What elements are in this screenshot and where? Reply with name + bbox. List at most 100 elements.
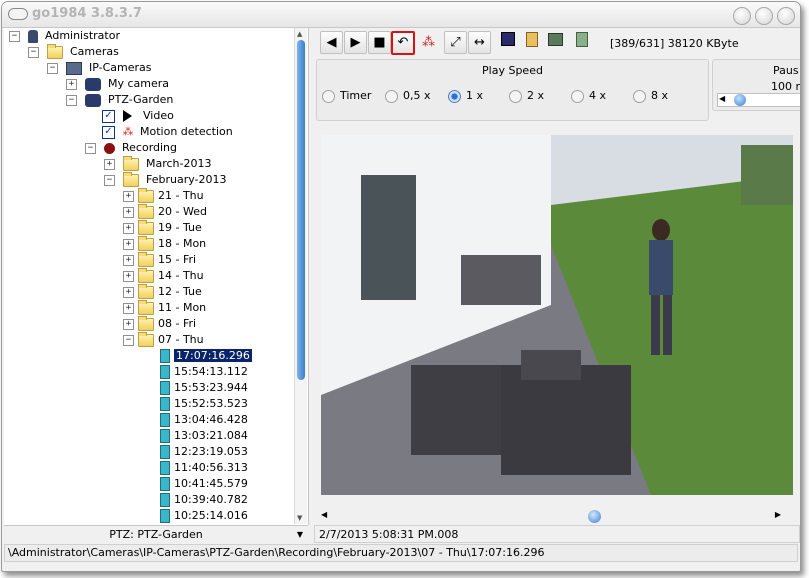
scroll-right-icon[interactable]: ▶ [775, 510, 781, 519]
tree-scroll-thumb[interactable] [297, 40, 305, 380]
expand-icon[interactable]: + [123, 190, 134, 202]
expand-icon[interactable]: + [123, 254, 134, 266]
play-icon [122, 110, 132, 122]
tree-item-motion-detection[interactable]: ✓ ⁂ Motion detection [102, 124, 233, 140]
tree-item-ip-cameras[interactable]: − IP-Cameras [47, 60, 152, 76]
tree-item-ptz-garden[interactable]: − PTZ-Garden [66, 92, 173, 108]
video-checkbox[interactable]: ✓ [102, 109, 115, 123]
tree-item-my-camera[interactable]: + My camera [66, 76, 169, 92]
tree-item-day[interactable]: +14 - Thu [123, 267, 204, 284]
slider-left-icon[interactable]: ◀ [719, 94, 725, 103]
maximize-button[interactable] [755, 7, 773, 25]
tree-item-march[interactable]: + March-2013 [104, 155, 212, 172]
collapse-icon[interactable]: − [104, 174, 115, 186]
tree-item-cameras[interactable]: − Cameras [28, 43, 119, 60]
expand-icon[interactable]: + [66, 78, 77, 90]
expand-icon[interactable]: + [123, 302, 134, 314]
folder-open-icon [138, 331, 154, 347]
tree-item-administrator[interactable]: − Administrator [9, 28, 120, 44]
window-menu-icon[interactable] [8, 8, 28, 20]
scroll-down-icon[interactable]: ▼ [297, 514, 302, 522]
tree-item-recording-entry[interactable]: 10:39:40.782 [160, 492, 248, 508]
minimize-button[interactable] [733, 7, 751, 25]
stop-button[interactable]: ■ [368, 31, 391, 54]
tree-item-video[interactable]: ✓ Video [102, 108, 174, 124]
pause-slider-thumb[interactable] [734, 94, 746, 106]
save-button[interactable] [496, 31, 519, 54]
scroll-left-icon[interactable]: ◀ [321, 510, 327, 519]
repeat-button[interactable]: ↶ [391, 31, 415, 55]
tree-item-recording[interactable]: − Recording [85, 140, 177, 156]
collapse-icon[interactable]: − [28, 46, 39, 58]
radio-icon [633, 89, 646, 103]
export-button[interactable] [544, 31, 567, 54]
tree-item-recording-entry[interactable]: 15:53:23.944 [160, 380, 248, 396]
speed-option[interactable]: 0,5 x [385, 89, 431, 103]
camera-selector[interactable]: PTZ: PTZ-Garden ▼ [4, 525, 308, 544]
expand-icon[interactable]: + [123, 206, 134, 218]
collapse-icon[interactable]: − [66, 94, 77, 106]
path-label: \Administrator\Cameras\IP-Cameras\PTZ-Ga… [8, 546, 545, 559]
tree-item-recording-entry[interactable]: 15:52:53.523 [160, 396, 248, 412]
tree-item-day[interactable]: +15 - Fri [123, 251, 196, 268]
tree-item-recording-entry[interactable]: 13:03:21.084 [160, 428, 248, 444]
tree-item-day[interactable]: − 07 - Thu [123, 331, 204, 348]
expand-icon[interactable]: + [123, 222, 134, 234]
delete-button[interactable] [570, 31, 593, 54]
tree-item-recording-entry[interactable]: 12:23:19.053 [160, 444, 248, 460]
tree-item-day[interactable]: +12 - Tue [123, 283, 202, 300]
close-button[interactable] [777, 7, 795, 25]
tree-item-day[interactable]: +20 - Wed [123, 203, 207, 220]
speed-option[interactable]: 4 x [571, 89, 606, 103]
title-bar: go1984 3.8.3.7 [2, 2, 800, 28]
motion-checkbox[interactable]: ✓ [102, 125, 115, 139]
fit-width-button[interactable]: ↔ [468, 31, 491, 54]
expand-icon[interactable]: + [123, 318, 134, 330]
collapse-icon[interactable]: − [85, 142, 96, 154]
tree-item-recording-entry[interactable]: 13:04:46.428 [160, 412, 248, 428]
tree-item-day[interactable]: +21 - Thu [123, 187, 204, 204]
expand-icon[interactable]: + [123, 270, 134, 282]
collapse-icon[interactable]: − [47, 62, 58, 74]
fit-width-icon: ↔ [474, 35, 485, 50]
tree-label: Recording [122, 141, 178, 154]
chevron-down-icon[interactable]: ▼ [297, 526, 303, 544]
speed-option[interactable]: 8 x [633, 89, 668, 103]
motion-button[interactable]: ⁂ [417, 31, 440, 54]
play-button[interactable]: ▶ [344, 31, 367, 54]
fullscreen-button[interactable]: ⤢ [444, 31, 467, 54]
tree-label: 11 - Mon [158, 301, 207, 314]
film-icon [160, 477, 170, 491]
camera-tree[interactable]: − Administrator − Cameras − IP-Cameras +… [4, 28, 309, 525]
timeline-scrollbar[interactable]: ◀ ▶ [321, 510, 781, 524]
tree-item-day[interactable]: +08 - Fri [123, 315, 196, 332]
tree-item-day[interactable]: +18 - Mon [123, 235, 206, 252]
tree-item-day[interactable]: +19 - Tue [123, 219, 202, 236]
clipboard-button[interactable] [520, 31, 543, 54]
tree-item-recording-entry[interactable]: 17:07:16.296 [160, 348, 252, 364]
radio-selected-icon [448, 89, 461, 103]
speed-option[interactable]: Timer [322, 89, 371, 103]
folder-icon [138, 235, 154, 251]
speed-option[interactable]: 1 x [448, 89, 483, 103]
tree-item-february[interactable]: − February-2013 [104, 171, 227, 188]
tree-item-day[interactable]: +11 - Mon [123, 299, 207, 316]
collapse-icon[interactable]: − [9, 30, 20, 42]
expand-icon[interactable]: + [104, 158, 115, 170]
tree-label: 10:39:40.782 [174, 493, 248, 506]
tree-item-recording-entry[interactable]: 11:40:56.313 [160, 460, 248, 476]
tree-item-recording-entry[interactable]: 15:54:13.112 [160, 364, 248, 380]
expand-icon[interactable]: + [123, 286, 134, 298]
scroll-up-icon[interactable]: ▲ [297, 30, 302, 38]
film-icon [160, 349, 170, 363]
collapse-icon[interactable]: − [123, 334, 134, 346]
timeline-thumb[interactable] [588, 510, 601, 523]
rewind-button[interactable]: ◀ [320, 31, 343, 54]
video-frame[interactable] [321, 135, 793, 495]
tree-item-recording-entry[interactable]: 10:41:45.579 [160, 476, 248, 492]
tree-scrollbar[interactable]: ▲ ▼ [294, 28, 307, 524]
expand-icon[interactable]: + [123, 238, 134, 250]
tree-item-recording-entry[interactable]: 10:25:14.016 [160, 508, 248, 524]
speed-option[interactable]: 2 x [509, 89, 544, 103]
pause-slider[interactable]: ◀ [717, 93, 800, 107]
